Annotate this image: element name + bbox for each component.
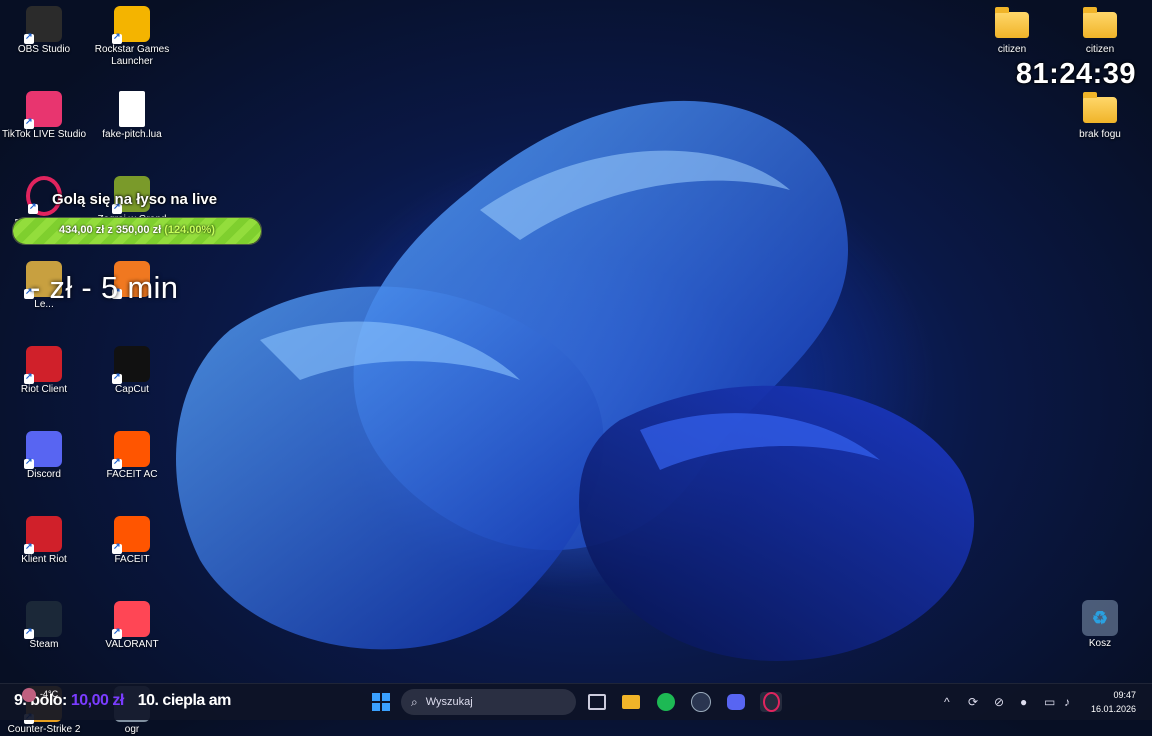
faceit-icon: [112, 516, 150, 554]
windows-logo-icon: [372, 693, 390, 711]
taskbar-opera-gx[interactable]: [760, 692, 782, 712]
faceit-ac-icon: [112, 431, 150, 469]
taskbar-steam[interactable]: [690, 692, 712, 712]
valorant-icon: [112, 601, 150, 639]
desktop-icon-steam[interactable]: Steam: [1, 595, 87, 651]
shortcut-arrow-icon: [24, 116, 34, 129]
opera-gx-icon: [762, 692, 780, 712]
clock-time: 09:47: [1113, 690, 1136, 700]
task-view-button[interactable]: [586, 692, 608, 712]
folder-icon: [995, 7, 1029, 38]
folder-icon: [1083, 92, 1117, 123]
spotify-icon: [657, 693, 675, 711]
shortcut-arrow-icon: [24, 541, 34, 554]
goal-title: Golą się na łyso na live: [52, 191, 218, 208]
shortcut-arrow-icon: [112, 626, 122, 639]
taskbar-search[interactable]: ⌕ Wyszukaj: [401, 689, 576, 715]
weather-icon[interactable]: [22, 688, 36, 702]
desktop-icon-klient-riot[interactable]: Klient Riot: [1, 510, 87, 566]
shortcut-arrow-icon: [112, 456, 122, 469]
desktop-icon-faceit[interactable]: FACEIT: [89, 510, 175, 566]
desktop-icon-fake-pitch-lua[interactable]: fake-pitch.lua: [89, 85, 175, 141]
sync-icon[interactable]: ⟳: [968, 695, 978, 709]
taskbar-spotify[interactable]: [655, 692, 677, 712]
desktop-icon-discord[interactable]: Discord: [1, 425, 87, 481]
taskbar-clock[interactable]: 09:47 16.01.2026: [1091, 688, 1136, 716]
shortcut-arrow-icon: [24, 371, 34, 384]
riot-client-icon: [24, 346, 62, 384]
stream-timer: 81:24:39: [1015, 58, 1136, 90]
taskbar-discord[interactable]: [725, 692, 747, 712]
tray-overflow-chevron-icon[interactable]: ^: [944, 695, 950, 709]
rockstar-icon: [112, 6, 150, 44]
shortcut-arrow-icon: [112, 31, 122, 44]
desktop-icon-label: VALORANT: [105, 639, 159, 650]
weather-temp[interactable]: -4°C: [40, 689, 58, 699]
desktop-icon-label: OBS Studio: [17, 44, 71, 55]
discord-icon: [24, 431, 62, 469]
desktop-icon-label: Discord: [27, 469, 61, 480]
shortcut-arrow-icon: [24, 626, 34, 639]
search-icon: ⌕: [411, 694, 418, 709]
desktop-icon-citizen-1[interactable]: citizen: [969, 4, 1055, 56]
tiktok-icon: [24, 91, 62, 129]
shortcut-arrow-icon: [28, 201, 38, 214]
start-button[interactable]: [370, 692, 392, 712]
desktop-icon-rockstar-games-launcher[interactable]: Rockstar Games Launcher: [89, 0, 175, 68]
desktop-icon-label: Riot Client: [20, 384, 68, 395]
volume-icon[interactable]: ♪: [1064, 695, 1070, 709]
desktop-icon-riot-client[interactable]: Riot Client: [1, 340, 87, 396]
desktop-icon-citizen-2[interactable]: citizen: [1057, 4, 1143, 56]
desktop-icon-valorant[interactable]: VALORANT: [89, 595, 175, 651]
desktop-icon-capcut[interactable]: CapCut: [89, 340, 175, 396]
goal-progress-bar: 434,00 zł z 350,00 zł (124.00%): [12, 217, 262, 245]
capcut-icon: [112, 346, 150, 384]
task-view-icon: [588, 694, 606, 710]
desktop-icon-brak-fogu[interactable]: brak fogu: [1057, 89, 1143, 141]
taskbar-file-explorer[interactable]: [620, 692, 642, 712]
steam-icon: [691, 692, 711, 712]
desktop-icon-recycle-bin[interactable]: ♻ Kosz: [1057, 594, 1143, 650]
desktop-icon-label: fake-pitch.lua: [102, 129, 162, 140]
desktop-icon-label: CapCut: [115, 384, 149, 395]
desktop-icon-label: FACEIT AC: [106, 469, 158, 480]
desktop-icon-label: FACEIT: [114, 554, 150, 565]
desktop-icon-label: Klient Riot: [21, 554, 67, 565]
recycle-bin-icon: ♻: [1082, 600, 1118, 636]
network-off-icon[interactable]: ⊘: [994, 695, 1004, 709]
network-icon[interactable]: ▭: [1044, 695, 1055, 709]
desktop-icon-faceit-ac[interactable]: FACEIT AC: [89, 425, 175, 481]
obs-icon: [24, 6, 62, 44]
shortcut-arrow-icon: [24, 456, 34, 469]
clock-date: 16.01.2026: [1090, 704, 1136, 714]
microphone-icon[interactable]: ●: [1020, 695, 1027, 709]
desktop-icon-label: TikTok LIVE Studio: [1, 129, 87, 140]
donation-alert-line: - zł - 5 min: [30, 270, 179, 305]
file-explorer-icon: [622, 695, 640, 709]
search-placeholder: Wyszukaj: [425, 696, 473, 708]
steam-icon: [24, 601, 62, 639]
riot-client-icon: [24, 516, 62, 554]
shortcut-arrow-icon: [112, 541, 122, 554]
desktop-icon-tiktok-live-studio[interactable]: TikTok LIVE Studio: [1, 85, 87, 141]
desktop-icon-label: Rockstar Games Launcher: [94, 44, 170, 67]
desktop-icon-obs-studio[interactable]: OBS Studio: [1, 0, 87, 56]
shortcut-arrow-icon: [112, 371, 122, 384]
desktop-icon-label: Steam: [29, 639, 59, 650]
taskbar: 9. bolo: 10,00 zł 10. ciepla am -4°C ⌕ W…: [0, 683, 1152, 720]
file-icon: [119, 91, 145, 127]
discord-icon: [727, 694, 745, 710]
desktop-icon-label: ogr: [124, 724, 140, 735]
desktop-icon-label: Counter-Strike 2: [7, 724, 81, 735]
folder-icon: [1083, 7, 1117, 38]
shortcut-arrow-icon: [24, 31, 34, 44]
goal-progress-text: 434,00 zł z 350,00 zł (124.00%): [59, 224, 215, 236]
